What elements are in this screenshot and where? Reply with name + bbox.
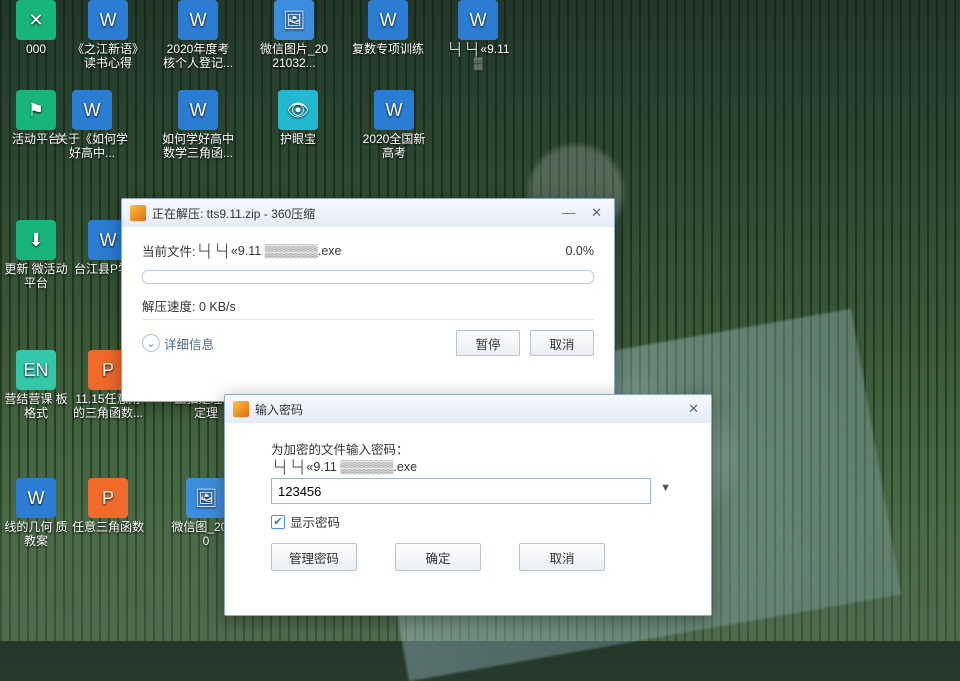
desktop-icon[interactable]: W线的几何 质教案 <box>0 478 72 548</box>
desktop-icon[interactable]: W如何学好高中数学三角函... <box>162 90 234 160</box>
pause-button[interactable]: 暂停 <box>456 330 520 356</box>
details-label: 详细信息 <box>164 334 214 353</box>
archive-icon <box>233 401 249 417</box>
file-icon: ⬇ <box>16 220 56 260</box>
password-input[interactable] <box>271 478 651 504</box>
file-icon: W <box>16 478 56 518</box>
icon-label: 关于《如何学好高中... <box>56 132 128 160</box>
icon-label: 复数专项训练 <box>352 42 424 56</box>
desktop-icon[interactable]: ✕ 000 <box>0 0 72 56</box>
icon-label: 更新 微活动平台 <box>0 262 72 290</box>
progress-percent: 0.0% <box>566 244 595 258</box>
progress-bar <box>142 270 594 284</box>
desktop-icon[interactable]: EN营结营课 板格式 <box>0 350 72 420</box>
password-prompt: 为加密的文件输入密码： <box>271 439 681 458</box>
desktop-icon[interactable]: 🖼微信图片_2021032... <box>258 0 330 70</box>
file-icon: 🖼 <box>274 0 314 40</box>
cancel-button[interactable]: 取消 <box>530 330 594 356</box>
file-icon: P <box>88 478 128 518</box>
icon-label: 任意三角函数 <box>72 520 144 534</box>
icon-label: 000 <box>0 42 72 56</box>
ok-button[interactable]: 确定 <box>395 543 481 571</box>
chevron-down-icon: ⌄ <box>142 334 160 352</box>
close-button[interactable]: ✕ <box>684 401 703 417</box>
desktop-icon[interactable]: W2020全国新高考 <box>358 90 430 160</box>
check-icon: ✔ <box>271 515 285 529</box>
dropdown-icon[interactable]: ▼ <box>660 482 671 494</box>
password-dialog: 输入密码 ✕ 为加密的文件输入密码： └┤└┤«9.11 ▒▒▒▒▒▒.exe … <box>224 394 712 616</box>
extract-speed: 解压速度: 0 KB/s <box>142 296 594 315</box>
file-icon: ⚑ <box>16 90 56 130</box>
desktop-icon[interactable]: W关于《如何学好高中... <box>56 90 128 160</box>
icon-label: 护眼宝 <box>262 132 334 146</box>
desktop-icon[interactable]: 👁 护眼宝 <box>262 90 334 146</box>
show-password-label: 显示密码 <box>290 512 340 531</box>
password-title: 输入密码 <box>255 401 303 418</box>
current-file-name: └┤└┤«9.11 ▒▒▒▒▒▒.exe <box>195 244 341 258</box>
extract-window: 正在解压: tts9.11.zip - 360压缩 — ✕ 当前文件: └┤└┤… <box>121 198 615 402</box>
manage-password-button[interactable]: 管理密码 <box>271 543 357 571</box>
minimize-button[interactable]: — <box>558 205 579 221</box>
close-button[interactable]: ✕ <box>587 205 606 221</box>
file-icon: W <box>88 0 128 40</box>
desktop-icon[interactable]: W 复数专项训练 <box>352 0 424 56</box>
file-icon: W <box>72 90 112 130</box>
icon-label: 营结营课 板格式 <box>0 392 72 420</box>
file-icon: W <box>178 90 218 130</box>
extract-title: 正在解压: tts9.11.zip - 360压缩 <box>152 205 315 222</box>
file-icon: EN <box>16 350 56 390</box>
extract-titlebar[interactable]: 正在解压: tts9.11.zip - 360压缩 — ✕ <box>122 199 614 227</box>
current-file-label: 当前文件: <box>142 241 195 260</box>
archive-icon <box>130 205 146 221</box>
desktop-icon[interactable]: W2020年度考核个人登记... <box>162 0 234 70</box>
desktop-icon[interactable]: P 任意三角函数 <box>72 478 144 534</box>
file-icon: W <box>458 0 498 40</box>
desktop-icon[interactable]: W└┤└┤«9.11 ▒ <box>442 0 514 70</box>
desktop-icon[interactable]: W《之江新语》读书心得 <box>72 0 144 70</box>
details-toggle[interactable]: ⌄ 详细信息 <box>142 334 214 353</box>
icon-label: 如何学好高中数学三角函... <box>162 132 234 160</box>
icon-label: 《之江新语》读书心得 <box>72 42 144 70</box>
password-titlebar[interactable]: 输入密码 ✕ <box>225 395 711 423</box>
file-icon: 👁 <box>278 90 318 130</box>
file-icon: 🖼 <box>186 478 226 518</box>
icon-label: 微信图片_2021032... <box>258 42 330 70</box>
cancel-button[interactable]: 取消 <box>519 543 605 571</box>
icon-label: 2020全国新高考 <box>358 132 430 160</box>
file-icon: W <box>368 0 408 40</box>
show-password-checkbox[interactable]: ✔ 显示密码 <box>271 512 681 531</box>
file-icon: W <box>178 0 218 40</box>
icon-label: 线的几何 质教案 <box>0 520 72 548</box>
icon-label: 2020年度考核个人登记... <box>162 42 234 70</box>
file-icon: ✕ <box>16 0 56 40</box>
icon-label: └┤└┤«9.11 ▒ <box>442 42 514 70</box>
file-icon: W <box>374 90 414 130</box>
desktop-icon[interactable]: ⬇更新 微活动平台 <box>0 220 72 290</box>
password-filename: └┤└┤«9.11 ▒▒▒▒▒▒.exe <box>271 460 681 474</box>
